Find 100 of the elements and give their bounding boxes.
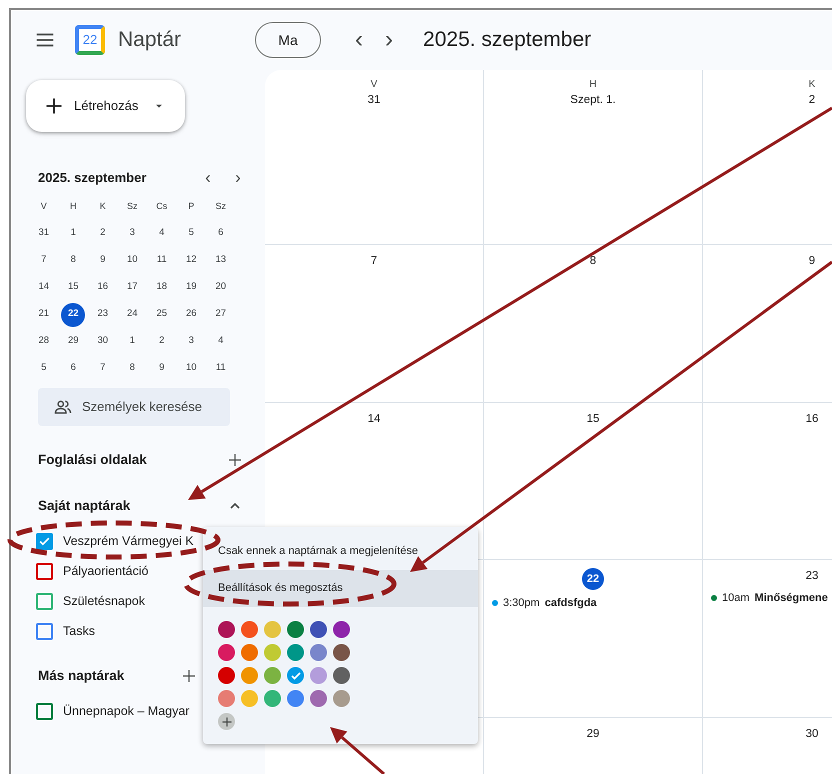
day-button[interactable]: 22 [61, 302, 86, 326]
day-button[interactable]: 2 [150, 330, 174, 354]
next-button[interactable]: › [379, 25, 400, 55]
color-swatch[interactable] [218, 621, 235, 638]
day-button[interactable]: 20 [208, 276, 233, 300]
calendar-item[interactable]: Ünnepnapok – Magyar [26, 696, 202, 726]
color-swatch[interactable] [333, 621, 350, 638]
today-button[interactable]: Ma [255, 22, 322, 58]
day-button[interactable]: 30 [90, 330, 115, 354]
menu-item[interactable]: Csak ennek a naptárnak a megjelenítése [203, 533, 478, 570]
checkbox[interactable] [36, 702, 53, 720]
event-chip[interactable]: 3:30pm cafdsfgda [484, 593, 702, 614]
day-button[interactable]: 6 [208, 222, 233, 246]
day-button[interactable]: 10 [179, 356, 204, 380]
day-button[interactable]: 7 [90, 356, 115, 380]
color-swatch[interactable] [264, 621, 281, 638]
color-swatch[interactable] [264, 667, 281, 684]
day-button[interactable]: 1 [120, 330, 144, 354]
day-button[interactable]: 3 [120, 222, 144, 246]
day-button[interactable]: 16 [90, 276, 115, 300]
day-button[interactable]: 3 [179, 330, 204, 354]
day-button[interactable]: 11 [150, 248, 174, 272]
day-button[interactable]: 8 [61, 248, 86, 272]
color-swatch[interactable] [264, 644, 281, 661]
day-button[interactable]: 19 [179, 276, 204, 300]
day-button[interactable]: 10 [120, 248, 144, 272]
checkbox[interactable] [36, 562, 53, 580]
checkbox[interactable] [36, 592, 53, 610]
day-button[interactable]: 5 [32, 356, 56, 380]
day-button[interactable]: 24 [120, 302, 144, 326]
color-swatch[interactable] [310, 667, 327, 684]
day-button[interactable]: 11 [208, 356, 233, 380]
color-swatch[interactable] [287, 667, 304, 684]
date-label: 29 [586, 727, 600, 742]
day-button[interactable]: 1 [61, 222, 86, 246]
color-swatch[interactable] [241, 690, 258, 707]
day-button[interactable]: 13 [208, 248, 233, 272]
day-button[interactable]: 14 [32, 276, 56, 300]
day-button[interactable]: 6 [61, 356, 86, 380]
color-swatch[interactable] [241, 644, 258, 661]
color-swatch[interactable] [333, 690, 350, 707]
date-label: 23 [806, 569, 818, 584]
add-button[interactable] [226, 451, 244, 469]
day-button[interactable]: 9 [150, 356, 174, 380]
menu-item[interactable]: Beállítások és megosztás [203, 570, 478, 607]
add-color-button[interactable] [218, 713, 235, 730]
day-button[interactable]: 28 [32, 330, 56, 354]
checkbox[interactable] [36, 622, 53, 640]
color-swatch[interactable] [218, 690, 235, 707]
day-button[interactable]: 4 [208, 330, 233, 354]
calendar-item[interactable]: Tasks [26, 616, 202, 646]
color-swatch[interactable] [241, 621, 258, 638]
color-swatch[interactable] [310, 621, 327, 638]
day-button[interactable]: 25 [150, 302, 174, 326]
create-button[interactable]: Létrehozás [26, 80, 185, 132]
day-button[interactable]: 2 [90, 222, 115, 246]
day-button[interactable]: 7 [32, 248, 56, 272]
section-title: Saját naptárak [38, 496, 132, 515]
day-button[interactable]: 15 [61, 276, 86, 300]
color-swatch[interactable] [310, 690, 327, 707]
color-swatch[interactable] [241, 667, 258, 684]
next-button[interactable]: › [231, 168, 245, 188]
today-date-label[interactable]: 22 [582, 568, 604, 590]
calendar-item[interactable]: Veszprém Vármegyei K [26, 526, 202, 556]
checkbox[interactable] [36, 532, 53, 550]
day-button[interactable]: 5 [179, 222, 204, 246]
event-chip[interactable]: 10am Minőségmene [703, 588, 832, 608]
checkmark-icon [38, 534, 51, 548]
day-button[interactable]: 17 [120, 276, 144, 300]
calendar-item[interactable]: Születésnapok [26, 586, 202, 616]
previous-button[interactable]: ‹ [201, 168, 215, 188]
day-button[interactable]: 21 [32, 302, 56, 326]
people-search-field[interactable]: Személyek keresése [38, 388, 230, 426]
date-label: 31 [368, 93, 380, 108]
color-swatch[interactable] [333, 667, 350, 684]
month-title: 2025. szeptember [423, 27, 592, 54]
color-swatch[interactable] [287, 644, 304, 661]
date-label: 30 [806, 727, 818, 742]
day-button[interactable]: 12 [179, 248, 204, 272]
color-swatch[interactable] [287, 621, 304, 638]
color-swatch[interactable] [264, 690, 281, 707]
color-swatch[interactable] [287, 690, 304, 707]
day-button[interactable]: 26 [179, 302, 204, 326]
previous-button[interactable]: ‹ [349, 25, 370, 55]
color-swatch[interactable] [310, 644, 327, 661]
color-swatch[interactable] [333, 644, 350, 661]
day-button[interactable]: 31 [32, 222, 56, 246]
add-button[interactable] [180, 667, 198, 685]
day-button[interactable]: 8 [120, 356, 144, 380]
date-label: 2 [808, 93, 816, 108]
day-button[interactable]: 4 [150, 222, 174, 246]
color-swatch[interactable] [218, 667, 235, 684]
weekday-label: V [40, 200, 47, 213]
day-button[interactable]: 29 [61, 330, 86, 354]
day-button[interactable]: 18 [150, 276, 174, 300]
calendar-item[interactable]: Pályaorientáció [26, 556, 202, 586]
day-button[interactable]: 9 [90, 248, 115, 272]
color-swatch[interactable] [218, 644, 235, 661]
day-button[interactable]: 27 [208, 302, 233, 326]
day-button[interactable]: 23 [90, 302, 115, 326]
